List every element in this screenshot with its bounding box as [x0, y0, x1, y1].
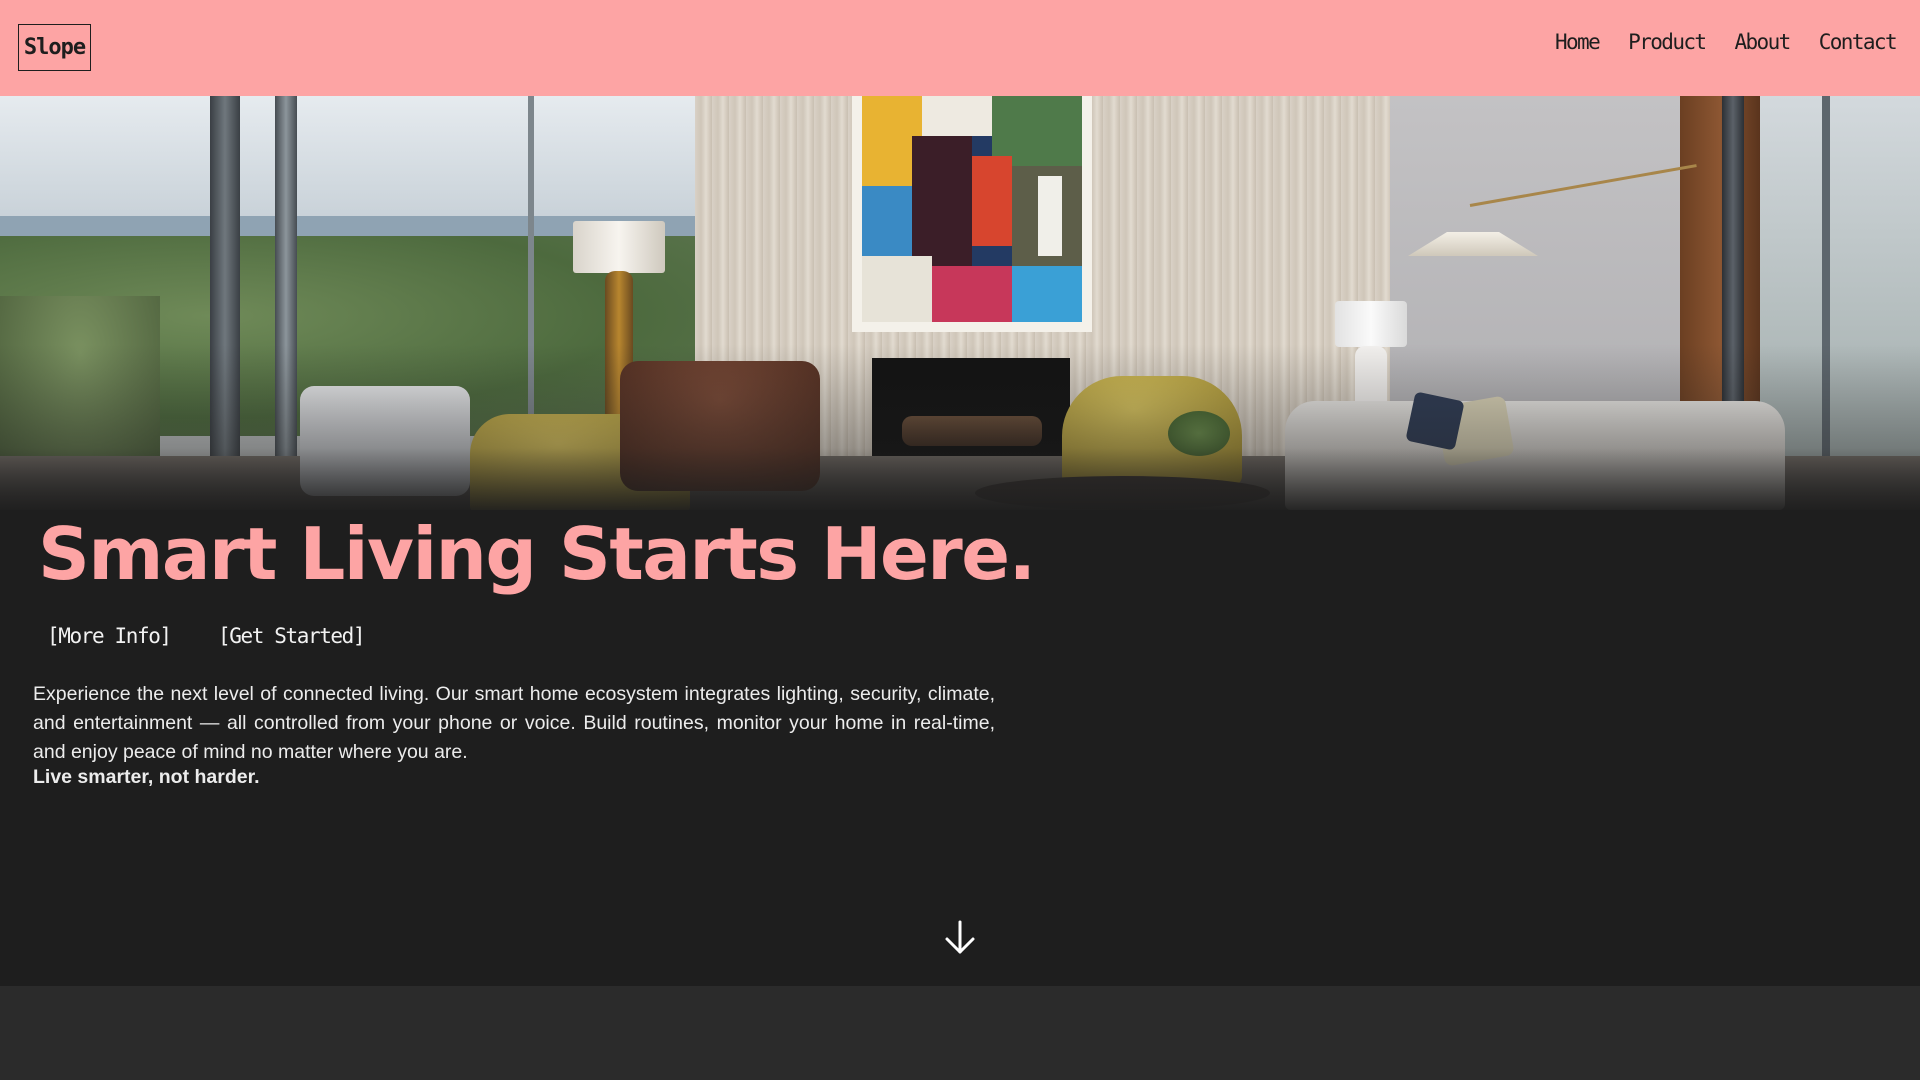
nav-menu: Home Product About Contact — [1555, 30, 1898, 54]
nav-link-contact[interactable]: Contact — [1819, 30, 1898, 54]
logo[interactable]: Slope — [18, 24, 91, 71]
nav-link-home[interactable]: Home — [1555, 30, 1601, 54]
hero-tagline: Live smarter, not harder. — [33, 766, 260, 788]
next-section — [0, 986, 1920, 1080]
arrow-down-icon[interactable] — [944, 920, 976, 956]
hero-description: Experience the next level of connected l… — [33, 683, 995, 763]
nav-link-about[interactable]: About — [1734, 30, 1791, 54]
more-info-button[interactable]: [More Info] — [47, 624, 172, 648]
hero-headline: Smart Living Starts Here. — [38, 512, 1036, 596]
navbar: Slope Home Product About Contact — [0, 0, 1920, 96]
get-started-button[interactable]: [Get Started] — [218, 624, 366, 648]
hero-image — [0, 96, 1920, 510]
nav-link-product[interactable]: Product — [1628, 30, 1707, 54]
